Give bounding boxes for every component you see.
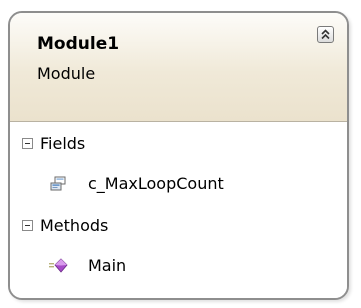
collapse-minus-icon[interactable] (22, 220, 33, 231)
field-icon (50, 176, 66, 190)
fields-section-header[interactable]: Fields (22, 134, 85, 153)
method-label: Main (88, 256, 127, 275)
class-stereotype: Module (37, 64, 96, 83)
methods-section-header[interactable]: Methods (22, 216, 108, 235)
field-label: c_MaxLoopCount (88, 174, 224, 193)
collapse-button[interactable] (317, 26, 334, 43)
collapse-minus-icon[interactable] (22, 138, 33, 149)
class-shape[interactable]: Module1 Module Fields c_MaxLoopCount Met… (8, 11, 349, 300)
method-icon (49, 257, 68, 273)
field-item[interactable]: c_MaxLoopCount (48, 174, 224, 193)
class-title: Module1 (37, 34, 120, 54)
method-item[interactable]: Main (48, 256, 126, 275)
fields-section-label: Fields (40, 134, 86, 153)
class-header[interactable]: Module1 Module (10, 13, 347, 121)
methods-section-label: Methods (40, 216, 109, 235)
double-chevron-up-icon (321, 29, 330, 40)
